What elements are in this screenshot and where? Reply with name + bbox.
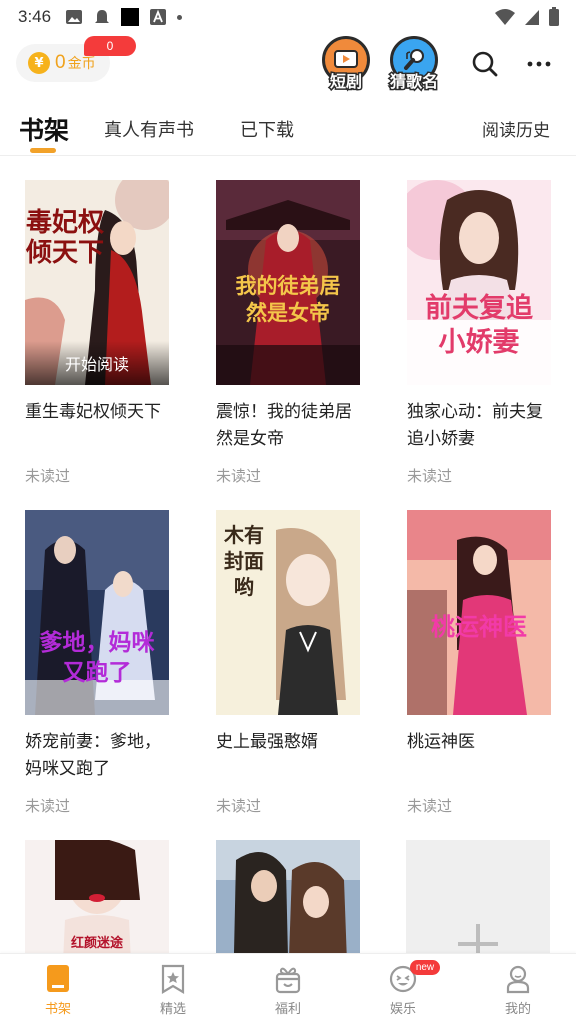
book-title: 桃运神医	[407, 732, 475, 752]
book-title: 震惊！我的徒弟居然是女帝	[216, 402, 352, 449]
book-card[interactable]: 木有封面哟 史上最强憨婿 未读过	[216, 510, 364, 816]
book-card[interactable]: 前夫复追小娇妻 独家心动：前夫复追小娇妻 未读过	[407, 180, 555, 486]
guess-song-label: 猜歌名	[388, 71, 439, 93]
cover-title: 红颜迷途	[70, 936, 123, 951]
start-reading-overlay: 开始阅读	[25, 341, 169, 385]
coin-label: 金币	[67, 56, 96, 72]
bookshelf-icon	[47, 965, 69, 992]
status-bar: 3:46	[0, 0, 576, 34]
cover-title: 木有封面哟	[224, 523, 264, 599]
tab-audiobooks[interactable]: 真人有声书	[104, 116, 194, 142]
status-time: 3:46	[18, 7, 52, 26]
ghost-icon	[95, 10, 110, 23]
book-grid: 毒妃权倾天下 开始阅读 重生毒妃权倾天下 未读过 我的徒弟居然是女帝 震惊！我的…	[0, 157, 576, 953]
add-book-button[interactable]	[406, 840, 550, 953]
book-read-status: 未读过	[407, 797, 453, 815]
tab-downloaded[interactable]: 已下载	[240, 116, 294, 142]
book-cover: 毒妃权倾天下 开始阅读	[25, 180, 169, 385]
new-badge: new	[410, 960, 440, 975]
book-cover: 红颜迷途	[25, 840, 169, 953]
book-cover: 前夫复追小娇妻	[407, 180, 551, 385]
coin-amount: 0	[55, 52, 66, 73]
book-title: 独家心动：前夫复追小娇妻	[407, 402, 543, 449]
cover-title: 桃运神医	[431, 612, 527, 641]
book-cover: 木有封面哟	[216, 510, 360, 715]
guess-song-button[interactable]: 猜歌名	[386, 34, 442, 96]
header: ¥ 0 金币 0 短剧 猜歌名	[0, 34, 576, 98]
bookmark-star-icon	[161, 964, 185, 994]
book-card[interactable]: 红颜迷途	[25, 840, 173, 953]
coin-icon: ¥	[28, 52, 50, 74]
nav-featured[interactable]: 精选	[133, 962, 213, 1020]
cover-title: 爹地，妈咪又跑了	[39, 629, 155, 686]
book-title: 重生毒妃权倾天下	[25, 402, 161, 422]
book-read-status: 未读过	[25, 797, 71, 815]
book-cover: 爹地，妈咪又跑了	[25, 510, 169, 715]
book-read-status: 未读过	[25, 467, 71, 485]
book-card[interactable]: 毒妃权倾天下 开始阅读 重生毒妃权倾天下 未读过	[25, 180, 173, 486]
book-cover: 桃运神医	[407, 510, 551, 715]
bottom-nav: 书架 精选 福利 new 娱乐 我的	[0, 953, 576, 1024]
nav-label: 我的	[504, 1002, 531, 1017]
nav-label: 娱乐	[389, 1002, 416, 1017]
nav-welfare[interactable]: 福利	[248, 962, 328, 1020]
nav-bookshelf[interactable]: 书架	[18, 962, 98, 1020]
book-read-status: 未读过	[216, 467, 262, 485]
image-icon	[66, 10, 83, 24]
book-card[interactable]: 爹地，妈咪又跑了 娇宠前妻：爹地，妈咪又跑了 未读过	[25, 510, 173, 816]
nav-label: 书架	[44, 1002, 71, 1017]
book-read-status: 未读过	[216, 797, 262, 815]
book-cover	[216, 840, 360, 953]
profile-icon	[506, 965, 530, 994]
cover-title: 毒妃权倾天下	[25, 208, 104, 268]
book-cover: 我的徒弟居然是女帝	[216, 180, 360, 385]
coin-badge: 0	[84, 36, 136, 56]
shelf-tabs: 书架 真人有声书 已下载 阅读历史	[0, 100, 576, 156]
battery-icon	[549, 7, 559, 26]
book-title: 娇宠前妻：爹地，妈咪又跑了	[25, 732, 161, 779]
reading-history-link[interactable]: 阅读历史	[482, 116, 550, 141]
nav-profile[interactable]: 我的	[478, 962, 558, 1020]
nav-entertainment[interactable]: new 娱乐	[363, 960, 443, 1020]
search-icon[interactable]	[471, 50, 499, 78]
short-drama-label: 短剧	[328, 71, 363, 93]
font-icon	[150, 9, 167, 25]
book-card[interactable]	[216, 840, 364, 953]
book-title: 史上最强憨婿	[216, 732, 318, 752]
cover-title: 我的徒弟居然是女帝	[235, 273, 341, 325]
signal-icon	[525, 10, 539, 25]
cover-title: 前夫复追小娇妻	[425, 293, 533, 358]
nav-label: 福利	[274, 1002, 301, 1017]
book-card[interactable]: 我的徒弟居然是女帝 震惊！我的徒弟居然是女帝 未读过	[216, 180, 364, 486]
nav-label: 精选	[159, 1002, 186, 1017]
black-square-icon	[121, 8, 140, 26]
notification-dot-icon	[177, 14, 183, 20]
short-drama-button[interactable]: 短剧	[318, 34, 374, 96]
tab-bookshelf[interactable]: 书架	[19, 111, 69, 147]
gift-icon	[275, 967, 301, 994]
plus-icon	[458, 924, 498, 953]
book-read-status: 未读过	[407, 467, 453, 485]
book-card[interactable]: 桃运神医 桃运神医 未读过	[407, 510, 555, 816]
active-tab-indicator	[30, 148, 56, 153]
more-icon[interactable]	[525, 50, 553, 78]
wifi-icon	[495, 9, 515, 25]
